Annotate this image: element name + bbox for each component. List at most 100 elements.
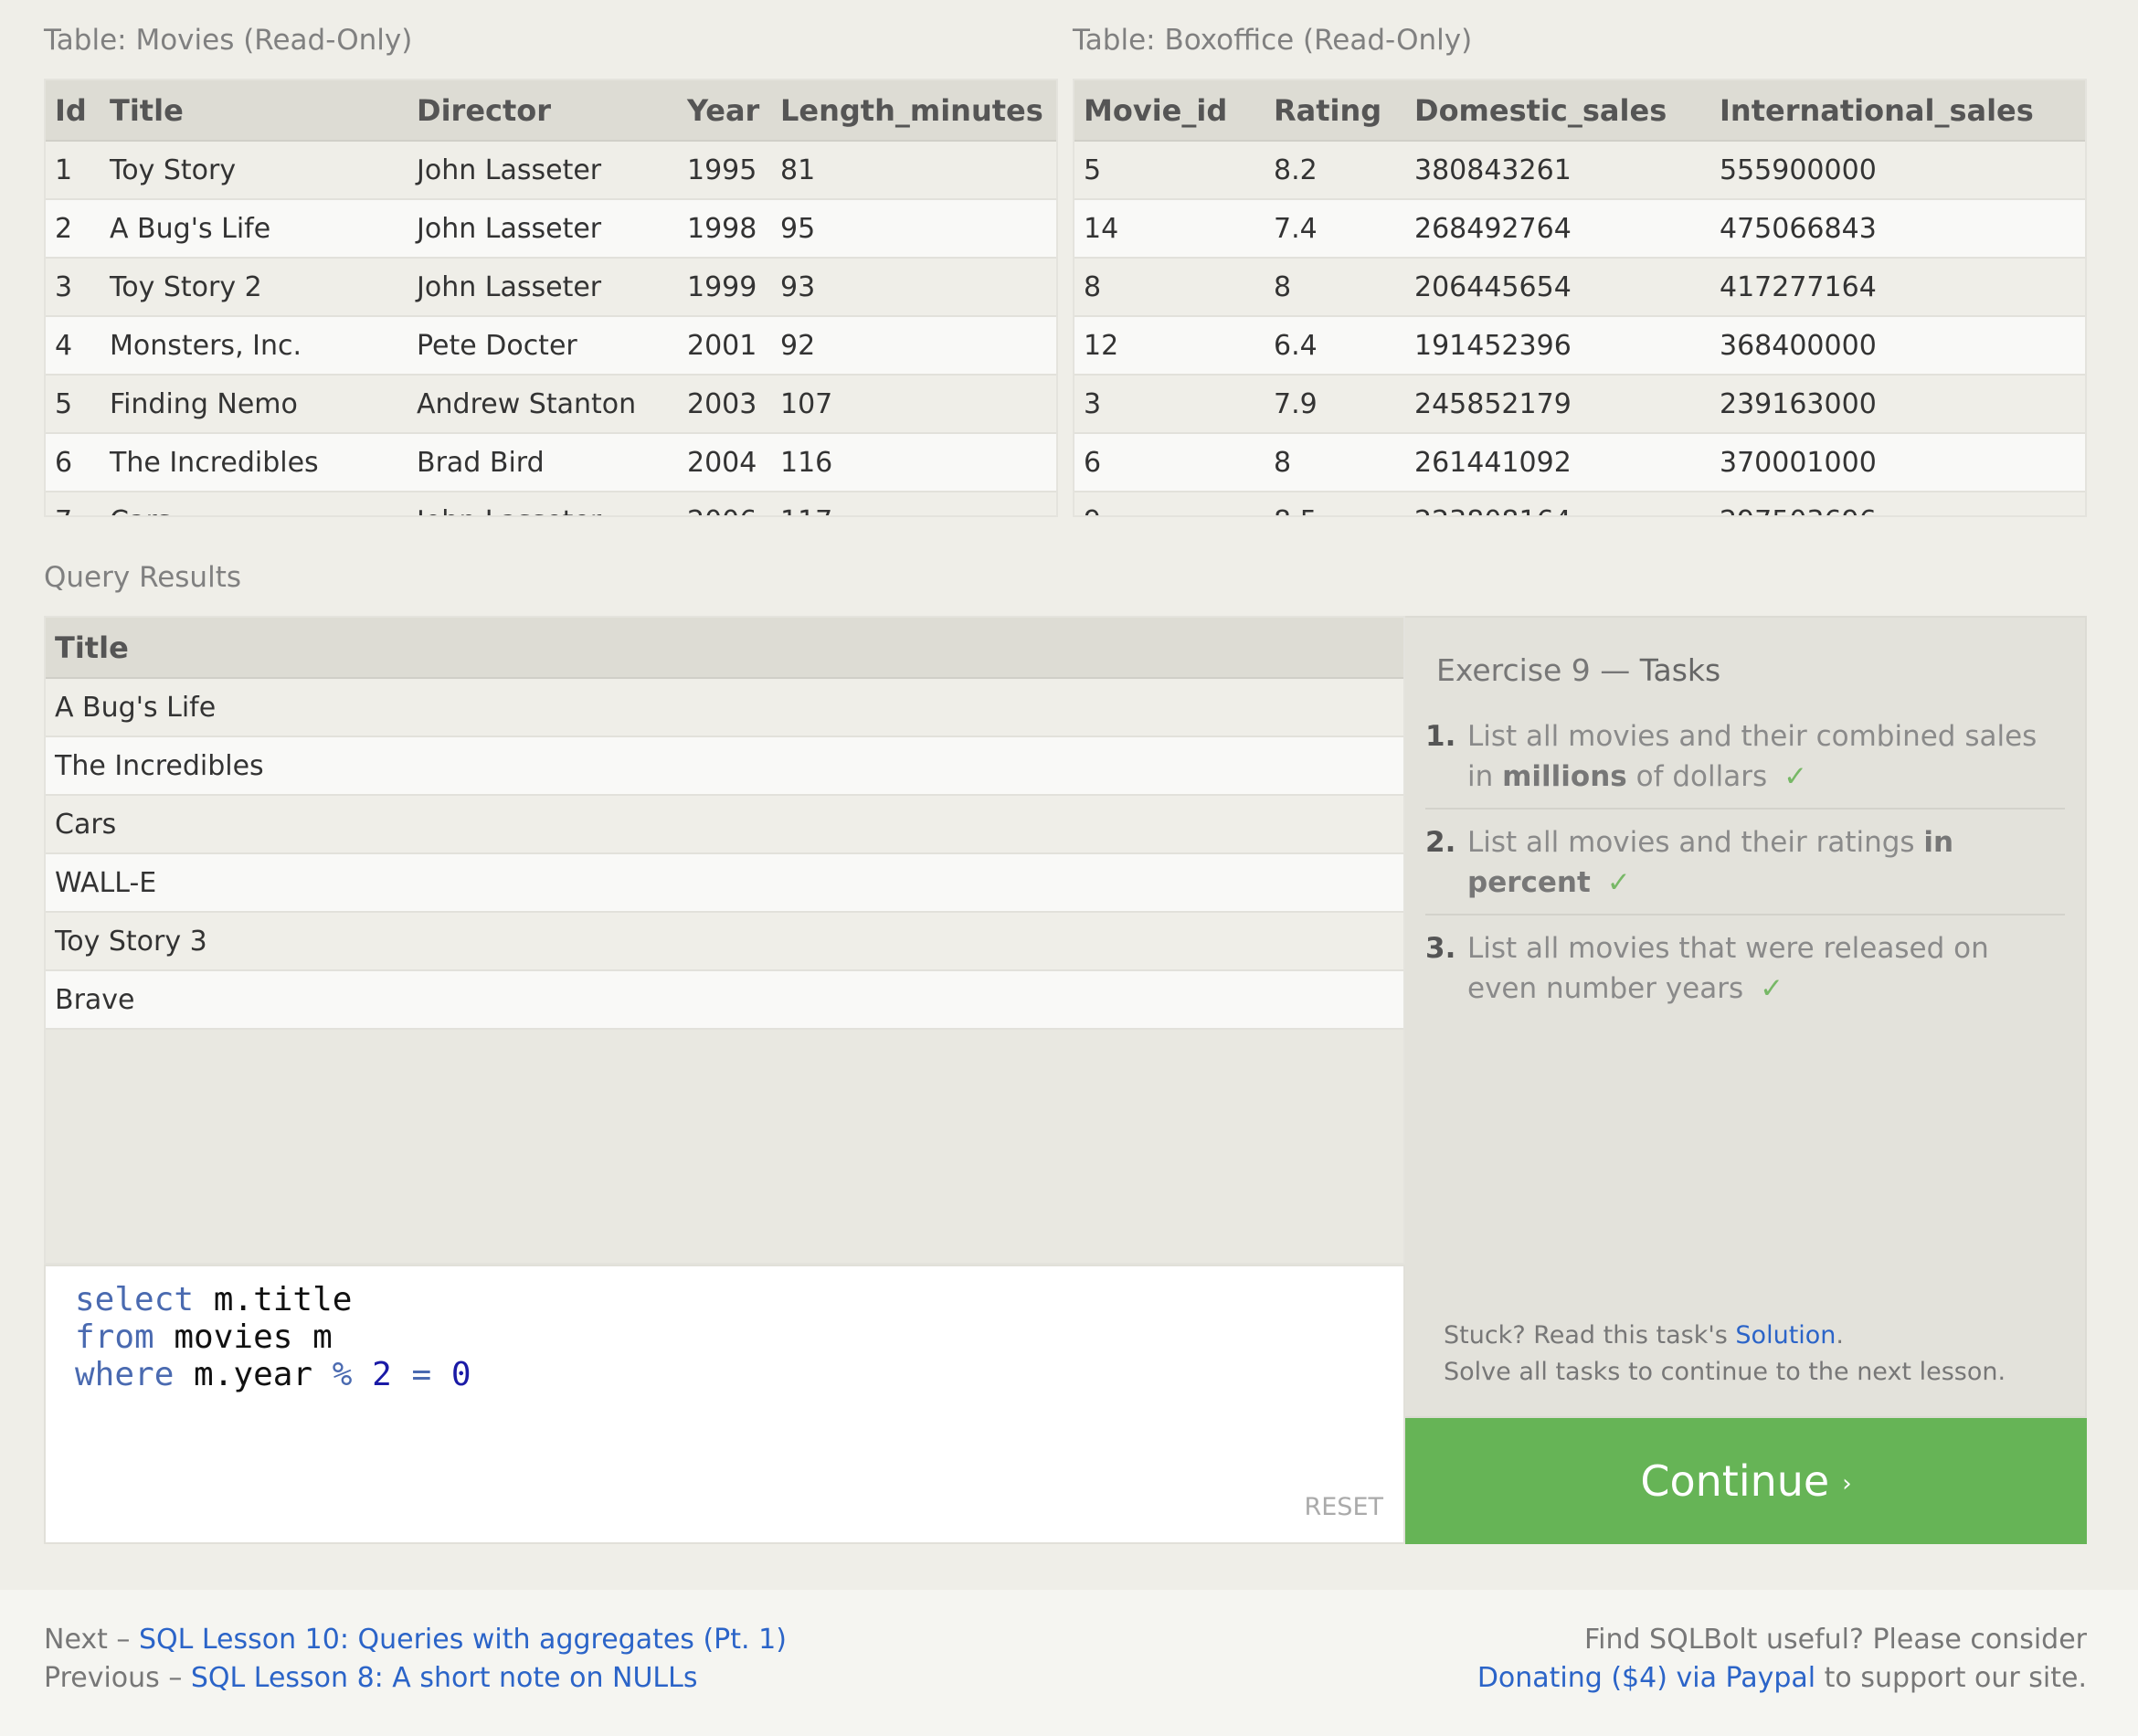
table-row: 14 7.4 268492764 475066843 [1074, 199, 2085, 259]
table-row: 98.5223808164297503696 [1074, 492, 2085, 515]
table-cell: 5 [1074, 141, 1265, 200]
table-cell: 8.2 [1265, 141, 1405, 200]
table-cell: John Lasseter [407, 492, 678, 515]
checkmark-icon: ✓ [1783, 760, 1808, 793]
table-cell: A Bug's Life [101, 199, 407, 259]
task-list: 1. List all movies and their combined sal… [1425, 716, 2065, 1032]
table-cell: 14 [1074, 199, 1265, 259]
movies-column-header: Title [101, 80, 407, 142]
table-row: 3 Toy Story 2 John Lasseter 1999 93 [46, 258, 1056, 317]
table-cell: 8 [1265, 433, 1405, 492]
support-text: Find SQLBolt useful? Please consider [1584, 1624, 2087, 1656]
table-cell: 107 [771, 375, 1056, 434]
table-cell: Pete Docter [407, 316, 678, 376]
table-cell: 4 [46, 316, 101, 376]
movies-table[interactable]: Id Title Director Year Length_minutes 1 Toy S… [44, 79, 1058, 517]
boxoffice-header-row: Movie_id Rating Domestic_sales Internationa… [1074, 80, 2085, 142]
table-cell: 7.9 [1265, 375, 1405, 434]
task-text: List all movies and their ratings in per… [1467, 822, 2065, 903]
task-text: List all movies that were released on ev… [1467, 928, 2065, 1009]
boxoffice-table[interactable]: Movie_id Rating Domestic_sales Internationa… [1073, 79, 2087, 517]
table-cell: John Lasseter [407, 258, 678, 317]
result-cell: Brave [46, 970, 1403, 1030]
footer: Next – SQL Lesson 10: Queries with aggre… [0, 1590, 2138, 1736]
table-row: 8 8 206445654 417277164 [1074, 258, 2085, 317]
next-lesson-link[interactable]: SQL Lesson 10: Queries with aggregates (… [139, 1624, 787, 1656]
table-cell: 475066843 [1710, 199, 2085, 259]
sql-editor[interactable]: select m.title from movies m where m.year … [44, 1265, 1405, 1544]
table-cell: 8 [1074, 258, 1265, 317]
table-cell: John Lasseter [407, 199, 678, 259]
table-cell: 95 [771, 199, 1056, 259]
table-cell: Monsters, Inc. [101, 316, 407, 376]
movies-table-caption: Table: Movies (Read-Only) [44, 24, 413, 57]
table-cell: 191452396 [1405, 316, 1710, 376]
table-cell: 1995 [678, 141, 771, 200]
donate-link[interactable]: Donating ($4) via Paypal [1477, 1662, 1815, 1694]
task-number: 1. [1425, 720, 1456, 753]
result-cell: Toy Story 3 [46, 912, 1403, 971]
code-token: m.title [194, 1281, 353, 1318]
continue-button[interactable]: Continue › [1405, 1418, 2087, 1544]
table-cell: 2003 [678, 375, 771, 434]
table-cell: 6 [46, 433, 101, 492]
task-text: List all movies and their combined sales… [1467, 716, 2065, 797]
table-cell: 2004 [678, 433, 771, 492]
boxoffice-column-header: Domestic_sales [1405, 80, 1710, 142]
results-column-header: Title [46, 618, 1403, 679]
code-line: from movies m [75, 1318, 1403, 1356]
support-end-text: to support our site. [1815, 1662, 2087, 1694]
table-cell: 370001000 [1710, 433, 2085, 492]
table-row: 6 8 261441092 370001000 [1074, 433, 2085, 492]
boxoffice-column-header: Rating [1265, 80, 1405, 142]
next-label: Next – [44, 1624, 139, 1656]
task-item: 3. List all movies that were released on … [1425, 928, 2065, 1020]
table-cell: 7 [46, 492, 101, 515]
boxoffice-table-caption: Table: Boxoffice (Read-Only) [1073, 24, 1473, 57]
table-cell: Andrew Stanton [407, 375, 678, 434]
table-cell: 223808164 [1405, 492, 1710, 515]
boxoffice-column-header: International_sales [1710, 80, 2085, 142]
table-row: 5 Finding Nemo Andrew Stanton 2003 107 [46, 375, 1056, 434]
result-cell: WALL-E [46, 853, 1403, 913]
table-cell: 8.5 [1265, 492, 1405, 515]
chevron-right-icon: › [1842, 1470, 1852, 1498]
table-cell: 417277164 [1710, 258, 2085, 317]
table-cell: 380843261 [1405, 141, 1710, 200]
table-cell: 5 [46, 375, 101, 434]
result-cell: A Bug's Life [46, 678, 1403, 737]
table-cell: John Lasseter [407, 141, 678, 200]
table-row: 5 8.2 380843261 555900000 [1074, 141, 2085, 200]
table-cell: 3 [1074, 375, 1265, 434]
lesson-navigation: Next – SQL Lesson 10: Queries with aggre… [44, 1621, 787, 1698]
previous-lesson-link[interactable]: SQL Lesson 8: A short note on NULLs [191, 1662, 698, 1694]
task-item: 1. List all movies and their combined sal… [1425, 716, 2065, 810]
table-cell: 555900000 [1710, 141, 2085, 200]
movies-column-header: Director [407, 80, 678, 142]
table-cell: 368400000 [1710, 316, 2085, 376]
tasks-title: Exercise 9 — Tasks [1436, 652, 1720, 688]
table-cell: 261441092 [1405, 433, 1710, 492]
code-token: m.year [174, 1356, 333, 1393]
task-number: 3. [1425, 932, 1456, 965]
code-line: where m.year % 2 = 0 [75, 1356, 1403, 1393]
solution-link[interactable]: Solution [1735, 1321, 1836, 1350]
table-row: 6 The Incredibles Brad Bird 2004 116 [46, 433, 1056, 492]
stuck-text: Stuck? Read this task's [1444, 1321, 1736, 1350]
code-token: where [75, 1356, 175, 1393]
result-cell: The Incredibles [46, 736, 1403, 796]
tasks-title-label: Tasks [1639, 652, 1721, 688]
code-token: 2 [372, 1356, 392, 1393]
table-cell: 245852179 [1405, 375, 1710, 434]
table-cell: 2001 [678, 316, 771, 376]
table-cell: 206445654 [1405, 258, 1710, 317]
table-row: Toy Story 3 [46, 912, 1403, 971]
reset-button[interactable]: RESET [1304, 1488, 1383, 1526]
table-row: A Bug's Life [46, 678, 1403, 737]
table-cell: 6 [1074, 433, 1265, 492]
table-row: 12 6.4 191452396 368400000 [1074, 316, 2085, 376]
checkmark-icon: ✓ [1606, 866, 1631, 899]
